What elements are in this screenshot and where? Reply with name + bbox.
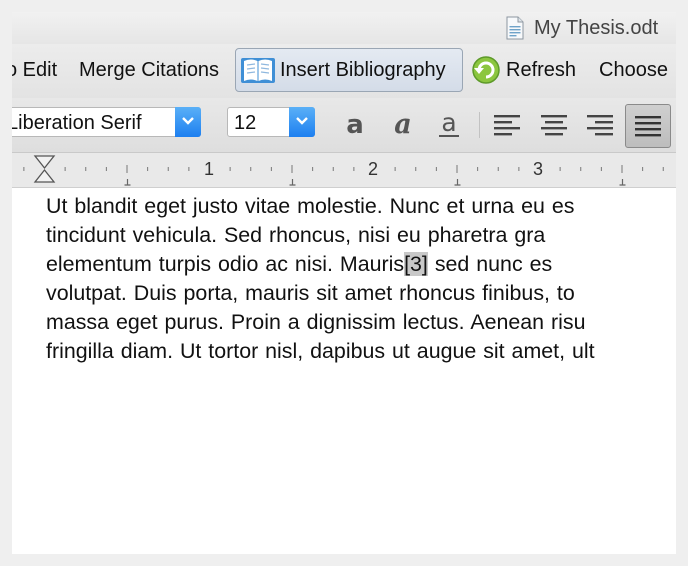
book-icon [241,58,275,83]
svg-text:a: a [441,110,456,137]
window-title: My Thesis.odt [534,17,659,39]
text-line: volutpat. Duis porta, mauris sit amet rh… [46,281,575,305]
ruler-ticks [23,155,664,186]
zotero-toolbar: o Edit Merge Citations Insert Bibliograp… [12,44,676,98]
insert-bibliography-button[interactable]: Insert Bibliography [235,48,463,92]
left-indent-marker[interactable] [33,155,56,183]
citation-field[interactable]: [3] [404,252,428,276]
edit-citation-label: o Edit [12,58,58,81]
align-center-icon [541,115,567,136]
document-page[interactable]: Ut blandit eget justo vitae molestie. Nu… [12,188,676,554]
refresh-icon [472,56,500,84]
italic-button[interactable]: a [386,108,420,142]
text-line: fringilla diam. Ut tortor nisl, dapibus … [46,339,595,363]
underline-button[interactable]: a [432,108,466,142]
ruler-mark-2: 2 [368,159,379,179]
align-center-button[interactable] [537,108,571,142]
align-left-icon [494,115,520,136]
refresh-button[interactable]: Refresh [470,48,576,92]
text-segment: elementum turpis odio ac nisi. Mauris [46,252,405,276]
formatting-toolbar: Liberation Serif 12 a a a [12,98,676,153]
svg-text:a: a [346,110,364,140]
font-size-combo[interactable]: 12 [227,107,315,137]
ruler-mark-1: 1 [204,159,215,179]
svg-text:a: a [394,110,412,140]
font-size-value: 12 [234,112,257,134]
justify-button[interactable] [625,104,671,148]
title-bar: My Thesis.odt [12,12,676,44]
choose-label: Choose [599,58,668,81]
merge-citations-button[interactable]: Merge Citations [79,48,219,92]
document-body[interactable]: Ut blandit eget justo vitae molestie. Nu… [46,192,676,366]
text-segment: sed nunc es [427,252,553,276]
ruler-mark-3: 3 [533,159,544,179]
underline-icon: a [439,110,459,137]
font-name-value: Liberation Serif [12,112,142,134]
align-right-button[interactable] [583,108,617,142]
text-line: massa eget purus. Proin a dignissim lect… [46,310,586,334]
choose-button[interactable]: Choose [599,48,668,92]
document-icon [506,16,524,40]
writer-window: My Thesis.odt o Edit Merge Citations Ins… [12,12,676,554]
merge-citations-label: Merge Citations [79,58,220,81]
bold-button[interactable]: a [338,108,372,142]
bold-icon: a [346,110,364,140]
text-line: Ut blandit eget justo vitae molestie. Nu… [46,194,575,218]
toolbar-divider [479,112,480,138]
horizontal-ruler[interactable]: 1 2 3 [12,153,676,188]
align-left-button[interactable] [490,108,524,142]
font-size-dropdown[interactable] [289,107,315,137]
align-right-icon [587,115,613,136]
insert-bibliography-label: Insert Bibliography [280,58,446,81]
text-line: elementum turpis odio ac nisi. Mauris[3]… [46,250,676,279]
chevron-down-icon [182,117,194,125]
refresh-label: Refresh [506,58,577,81]
chevron-down-icon [296,117,308,125]
font-name-dropdown[interactable] [175,107,201,137]
text-line: tincidunt vehicula. Sed rhoncus, nisi eu… [46,223,546,247]
justify-icon [635,116,661,137]
font-name-combo[interactable]: Liberation Serif [12,107,201,137]
edit-citation-button[interactable]: o Edit [12,48,57,92]
italic-icon: a [394,110,412,140]
